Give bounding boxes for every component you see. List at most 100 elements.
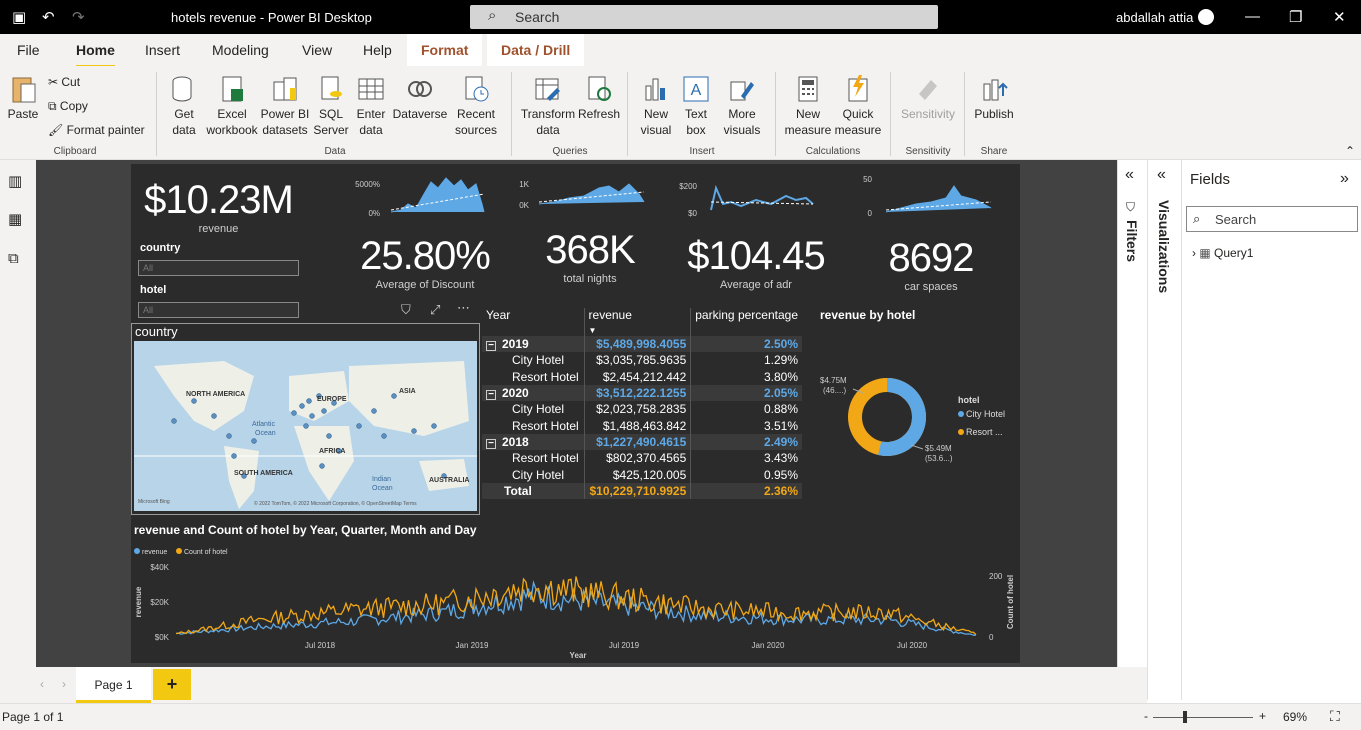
query1-table-item[interactable]: › ▦ Query1: [1192, 246, 1253, 260]
collapse-fields-icon[interactable]: »: [1340, 170, 1349, 188]
map-label: SOUTH AMERICA: [234, 470, 293, 477]
more-options-icon[interactable]: ⋯: [457, 300, 470, 316]
col-year[interactable]: Year: [482, 308, 585, 336]
dataverse-button[interactable]: Dataverse: [392, 74, 448, 122]
car-card[interactable]: 8692 car spaces: [856, 236, 1006, 293]
model-view-icon[interactable]: ⧉: [8, 250, 19, 267]
avatar[interactable]: [1198, 9, 1214, 25]
discount-sparkline[interactable]: 5000% 0%: [346, 174, 491, 224]
table-row[interactable]: Resort Hotel $1,488,463.842 3.51%: [482, 417, 802, 434]
zoom-in-button[interactable]: +: [1259, 709, 1266, 723]
map-canvas[interactable]: NORTH AMERICA EUROPE ASIA AFRICA SOUTH A…: [134, 341, 477, 511]
recent-sources-button[interactable]: Recent sources: [448, 74, 504, 138]
undo-icon[interactable]: ↶: [42, 8, 55, 26]
tab-view[interactable]: View: [302, 42, 332, 58]
collapse-ribbon-icon[interactable]: ⌃: [1345, 144, 1355, 158]
new-visual-button[interactable]: New visual: [636, 74, 676, 138]
restore-icon[interactable]: ❐: [1289, 8, 1302, 26]
close-icon[interactable]: ✕: [1333, 8, 1346, 26]
copy-button[interactable]: ⧉ Copy: [48, 98, 88, 114]
paste-button[interactable]: Paste: [6, 74, 40, 122]
save-icon[interactable]: ▣: [12, 8, 26, 26]
tab-data-drill[interactable]: Data / Drill: [487, 34, 585, 66]
col-parking[interactable]: parking percentage: [691, 308, 802, 336]
line-chart[interactable]: revenue Count of hotel $40K $20K $0K 200 0 reve…: [131, 542, 1020, 660]
expand-filters-icon[interactable]: «: [1125, 166, 1134, 184]
zoom-out-button[interactable]: -: [1144, 709, 1148, 723]
x-tick: Jan 2020: [752, 641, 785, 650]
table-row[interactable]: Resort Hotel $802,370.4565 3.43%: [482, 450, 802, 467]
tab-insert[interactable]: Insert: [145, 42, 180, 58]
visualizations-pane[interactable]: « Visualizations: [1147, 160, 1181, 700]
publish-button[interactable]: Publish: [972, 74, 1016, 122]
table-row[interactable]: −2018 $1,227,490.4615 2.49%: [482, 433, 802, 451]
more-visuals-icon: [730, 81, 754, 101]
enter-data-button[interactable]: Enter data: [352, 74, 390, 138]
quick-measure-button[interactable]: Quick measure: [834, 74, 882, 138]
excel-button[interactable]: Excel workbook: [206, 74, 258, 138]
cut-button[interactable]: ✂ Cut: [48, 74, 80, 90]
search-box[interactable]: ⌕ Search: [470, 5, 938, 29]
focus-mode-icon[interactable]: ⤢: [430, 302, 440, 318]
discount-card[interactable]: 25.80% Average of Discount: [346, 234, 504, 291]
add-page-button[interactable]: +: [153, 669, 191, 700]
sensitivity-button[interactable]: Sensitivity: [896, 74, 960, 122]
zoom-slider[interactable]: [1153, 717, 1253, 718]
redo-icon[interactable]: ↷: [72, 8, 85, 26]
fields-search-input[interactable]: ⌕ Search: [1186, 206, 1358, 232]
fit-to-page-icon[interactable]: ⛶: [1330, 708, 1340, 725]
tab-home[interactable]: Home: [76, 42, 115, 68]
collapse-icon[interactable]: −: [486, 390, 496, 401]
car-sparkline[interactable]: 50 0: [846, 174, 996, 224]
donut-chart[interactable]: $4.75M (46....) $5.49M (53.6...) hotel C…: [815, 359, 1020, 479]
table-row[interactable]: City Hotel $425,120.005 0.95%: [482, 466, 802, 483]
adr-card[interactable]: $104.45 Average of adr: [676, 234, 836, 291]
sql-server-button[interactable]: SQL Server: [312, 74, 350, 138]
tab-help[interactable]: Help: [363, 42, 392, 58]
prev-page-icon[interactable]: ‹: [40, 677, 44, 691]
user-name[interactable]: abdallah attia: [1116, 10, 1193, 25]
adr-sparkline[interactable]: $200 $0: [671, 174, 821, 224]
revenue-matrix[interactable]: Year revenue ▼ parking percentage −2019 $5…: [482, 308, 802, 499]
page-tab-1[interactable]: Page 1: [76, 667, 151, 703]
table-row[interactable]: −2020 $3,512,222.1255 2.05%: [482, 384, 802, 402]
table-row[interactable]: City Hotel $2,023,758.2835 0.88%: [482, 401, 802, 418]
filters-label: Filters: [1124, 220, 1140, 263]
zoom-slider-thumb[interactable]: [1183, 711, 1187, 723]
next-page-icon[interactable]: ›: [62, 677, 66, 691]
table-row[interactable]: −2019 $5,489,998.4055 2.50%: [482, 336, 802, 353]
more-visuals-button[interactable]: More visuals: [716, 74, 768, 138]
table-row[interactable]: Resort Hotel $2,454,212.442 3.80%: [482, 368, 802, 385]
minimize-icon[interactable]: —: [1245, 8, 1260, 25]
filters-pane[interactable]: « ⛉ Filters: [1117, 160, 1147, 667]
report-view-icon[interactable]: ▥: [8, 172, 22, 190]
hotel-slicer[interactable]: All: [138, 302, 299, 318]
new-measure-button[interactable]: New measure: [784, 74, 832, 138]
transform-data-button[interactable]: Transform data: [518, 74, 578, 138]
collapse-icon[interactable]: −: [486, 438, 496, 449]
pbi-datasets-button[interactable]: Power BI datasets: [260, 74, 310, 138]
table-row[interactable]: Total $10,229,710.9925 2.36%: [482, 482, 802, 499]
text-box-button[interactable]: A Text box: [678, 74, 714, 138]
refresh-button[interactable]: Refresh: [578, 74, 620, 122]
report-page[interactable]: $10.23M revenue country All hotel All 50…: [131, 164, 1020, 663]
country-slicer[interactable]: All: [138, 260, 299, 276]
expand-visualizations-icon[interactable]: «: [1157, 166, 1166, 184]
collapse-icon[interactable]: −: [486, 341, 496, 352]
get-data-button[interactable]: Get data: [162, 74, 206, 138]
nights-sparkline[interactable]: 1K 0K: [509, 174, 654, 224]
tab-file[interactable]: File: [17, 42, 40, 58]
tab-format[interactable]: Format: [407, 34, 483, 66]
sensitivity-icon: [919, 80, 937, 100]
filter-icon[interactable]: ⛉: [401, 302, 411, 318]
table-row[interactable]: City Hotel $3,035,785.9635 1.29%: [482, 352, 802, 369]
col-revenue[interactable]: revenue ▼: [584, 308, 692, 336]
revenue-card[interactable]: $10.23M revenue: [131, 178, 306, 235]
leader-line: [910, 444, 924, 450]
tab-modeling[interactable]: Modeling: [212, 42, 269, 58]
nights-card[interactable]: 368K total nights: [516, 228, 664, 285]
data-view-icon[interactable]: ▦: [8, 210, 22, 228]
recent-icon: [465, 76, 489, 102]
fields-pane[interactable]: Fields » ⌕ Search › ▦ Query1: [1181, 160, 1361, 700]
format-painter-button[interactable]: 🖌 Format painter: [48, 122, 145, 138]
